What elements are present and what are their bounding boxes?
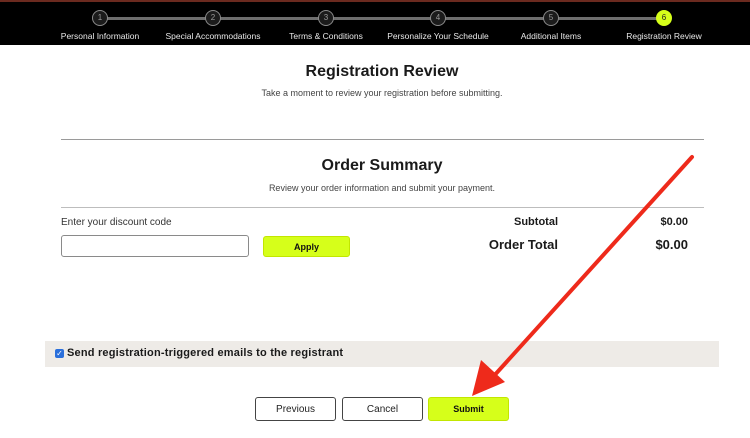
email-option-bar: ✓ Send registration-triggered emails to … (45, 341, 719, 367)
page-subtitle: Take a moment to review your registratio… (261, 88, 503, 98)
discount-code-label: Enter your discount code (61, 217, 172, 228)
step-number: 5 (543, 10, 559, 26)
subtotal-label: Subtotal (514, 216, 558, 228)
apply-button[interactable]: Apply (263, 236, 350, 257)
order-total-label: Order Total (488, 237, 558, 252)
page-title: Registration Review (305, 63, 459, 80)
step-number: 3 (318, 10, 334, 26)
step-registration-review[interactable]: 6 Registration Review (594, 8, 734, 41)
cancel-button[interactable]: Cancel (342, 397, 423, 421)
step-number: 6 (656, 10, 672, 26)
subtotal-value: $0.00 (660, 216, 688, 228)
step-label: Registration Review (626, 31, 702, 41)
step-number: 1 (92, 10, 108, 26)
send-emails-checkbox[interactable]: ✓ (55, 349, 64, 358)
divider (61, 139, 704, 140)
checkmark-icon: ✓ (56, 349, 63, 358)
step-number: 2 (205, 10, 221, 26)
submit-button[interactable]: Submit (428, 397, 509, 421)
progress-stepper: 1 Personal Information 2 Special Accommo… (0, 0, 750, 45)
previous-button[interactable]: Previous (255, 397, 336, 421)
step-number: 4 (430, 10, 446, 26)
divider (61, 207, 704, 208)
discount-code-input[interactable] (61, 235, 249, 257)
order-total-value: $0.00 (655, 237, 688, 252)
order-summary-subtitle: Review your order information and submit… (268, 183, 496, 193)
send-emails-label[interactable]: Send registration-triggered emails to th… (67, 347, 343, 359)
order-summary-title: Order Summary (321, 157, 443, 174)
